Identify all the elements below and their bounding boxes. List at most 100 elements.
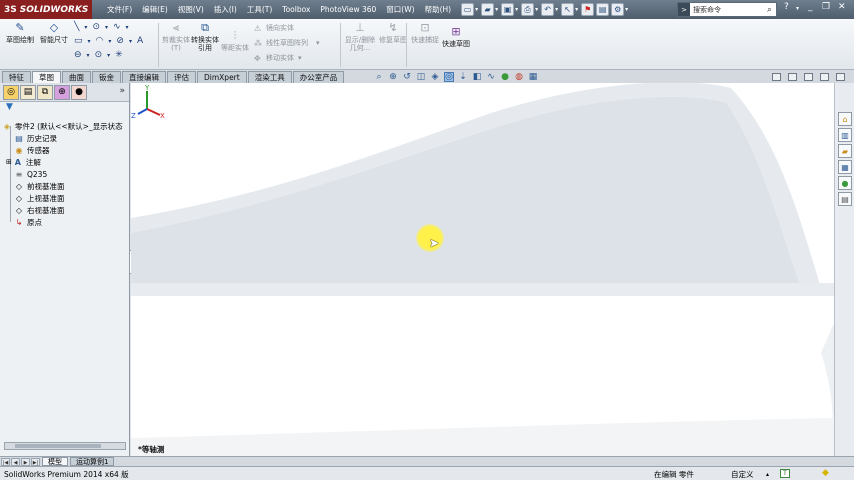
line-icon[interactable]: ╲ [74,22,79,32]
options-dropdown-icon[interactable]: ▾ [625,6,628,13]
display-delete-relations-button[interactable]: ⊥ 显示/删除几何... [344,21,376,52]
polygon-icon[interactable]: ⊙ [95,50,103,60]
open-folder-icon[interactable]: ▰ [481,3,495,16]
design-library-icon[interactable]: ▥ [838,128,852,142]
rebuild-icon[interactable]: ⚑ [581,3,595,16]
zoom-to-area-icon[interactable]: ⊕ [388,72,398,82]
menu-edit[interactable]: 编辑(E) [137,4,173,15]
help-dropdown-icon[interactable]: ▾ [796,5,799,12]
slot-icon[interactable]: ⊖ [74,50,82,60]
tab-sheet-metal[interactable]: 钣金 [92,71,121,83]
move-dropdown-icon[interactable]: ▾ [298,54,302,62]
line-dropdown-icon[interactable]: ▾ [84,24,87,31]
spline-dropdown-icon[interactable]: ▾ [126,24,129,31]
close-window-icon[interactable]: ✕ [838,2,846,12]
move-entities-command[interactable]: ✥ 移动实体 ▾ [254,53,302,63]
arc-icon[interactable]: ◠ [96,36,104,46]
next-tab-arrow-icon[interactable]: ▶ [21,457,30,466]
tree-item-right-plane[interactable]: ◇ 右视基准面 [14,204,65,216]
tree-item-front-plane[interactable]: ◇ 前视基准面 [14,180,65,192]
offset-entities-button[interactable]: ⫶ 等距实体 [219,29,251,52]
rectangle-icon[interactable]: ▭ [74,36,83,46]
custom-properties-icon[interactable]: ▤ [838,192,852,206]
prev-tab-arrow-icon[interactable]: ◀ [11,457,20,466]
viewport-restore-icon[interactable] [804,73,813,81]
unit-dropdown-icon[interactable]: ▴ [766,471,769,478]
display-style-icon[interactable]: ◎ [444,72,454,82]
render-icon[interactable]: ◍ [514,72,524,82]
smart-dimension-button[interactable]: ◇ 智能尺寸 [38,21,70,44]
ellipse-dropdown-icon[interactable]: ▾ [129,38,132,45]
tab-office-products[interactable]: 办公室产品 [292,71,345,83]
expand-panel-icon[interactable]: » [119,86,125,96]
quick-snaps-button[interactable]: ⊡ 快速捕捉 [409,21,441,44]
select-dropdown-icon[interactable]: ▾ [575,6,578,13]
tab-sketch[interactable]: 草图 [32,71,61,83]
previous-view-icon[interactable]: ↺ [402,72,412,82]
scrollbar-thumb[interactable] [15,444,101,448]
restore-window-icon[interactable]: ❐ [822,2,830,12]
tab-evaluate[interactable]: 评估 [167,71,196,83]
view-palette-icon[interactable]: ▦ [838,160,852,174]
hide-show-items-icon[interactable]: ⇣ [458,72,468,82]
viewport-close-icon[interactable] [836,73,845,81]
print-dropdown-icon[interactable]: ▾ [535,6,538,13]
zoom-to-fit-icon[interactable]: ⌕ [374,72,384,82]
arc-dropdown-icon[interactable]: ▾ [108,38,111,45]
tab-features[interactable]: 特征 [2,71,31,83]
menu-toolbox[interactable]: Toolbox [277,5,315,14]
property-manager-tab-icon[interactable]: ▤ [20,84,36,100]
solidworks-resources-icon[interactable]: ⌂ [838,112,852,126]
tab-dimxpert[interactable]: DimXpert [197,71,247,83]
repair-sketch-button[interactable]: ↯ 修复草图 [377,21,409,44]
trim-entities-button[interactable]: ⫷ 剪裁实体(T) [160,21,192,52]
filter-icon[interactable]: ▼ [0,102,129,113]
select-pointer-icon[interactable]: ↖ [561,3,575,16]
save-icon[interactable]: ▣ [501,3,515,16]
circle-icon[interactable]: ⊙ [92,22,100,32]
tab-render-tools[interactable]: 渲染工具 [247,71,292,83]
spline-icon[interactable]: ∿ [113,22,121,32]
file-properties-icon[interactable]: ▤ [596,3,610,16]
feature-tree-tab-icon[interactable]: ◎ [3,84,19,100]
slot-dropdown-icon[interactable]: ▾ [87,52,90,59]
ellipse-icon[interactable]: ⊘ [116,36,124,46]
unit-system-button[interactable]: 自定义 [731,469,754,480]
linear-pattern-command[interactable]: ⁂ 线性草图阵列 ▾ [254,38,320,48]
tab-direct-editing[interactable]: 直接编辑 [122,71,166,83]
menu-insert[interactable]: 插入(I) [209,4,242,15]
menu-file[interactable]: 文件(F) [102,4,137,15]
open-dropdown-icon[interactable]: ▾ [495,6,498,13]
expand-plus-icon[interactable]: ⊞ [6,158,12,166]
view-settings-icon[interactable]: ▦ [528,72,538,82]
options-gear-icon[interactable]: ⚙ [611,3,625,16]
sketch-button[interactable]: ✎ 草图绘制 [4,21,36,44]
menu-window[interactable]: 窗口(W) [381,4,419,15]
viewport-layout-icon[interactable] [772,73,781,81]
display-manager-tab-icon[interactable]: ● [71,84,87,100]
tree-item-origin[interactable]: ↳ 原点 [14,216,42,228]
new-document-icon[interactable]: ▭ [461,3,475,16]
first-tab-arrow-icon[interactable]: |◀ [1,457,10,466]
rectangle-dropdown-icon[interactable]: ▾ [88,38,91,45]
search-commands-box[interactable]: > 搜索命令 ⌕ [677,2,777,17]
tree-item-top-plane[interactable]: ◇ 上视基准面 [14,192,65,204]
tree-item-material[interactable]: ≡ Q235 [14,168,48,180]
tab-model[interactable]: 模型 [42,457,68,466]
mirror-entities-command[interactable]: ⚠ 镜向实体 [254,23,294,33]
apply-scene-icon[interactable]: ∿ [486,72,496,82]
file-explorer-icon[interactable]: ▰ [838,144,852,158]
pattern-dropdown-icon[interactable]: ▾ [316,39,320,47]
new-dropdown-icon[interactable]: ▾ [475,6,478,13]
polygon-dropdown-icon[interactable]: ▾ [107,52,110,59]
tooltip-toggle-icon[interactable]: T [780,469,790,478]
point-icon[interactable]: ✳ [115,50,123,60]
text-icon[interactable]: A [137,36,143,46]
view-orientation-icon[interactable]: ◈ [430,72,440,82]
last-tab-arrow-icon[interactable]: ▶| [31,457,40,466]
viewport-minimize-icon[interactable] [788,73,797,81]
menu-photoview[interactable]: PhotoView 360 [315,5,381,14]
dimxpert-tab-icon[interactable]: ⊕ [54,84,70,100]
section-view-icon[interactable]: ◫ [416,72,426,82]
tree-item-history[interactable]: ▤ 历史记录 [14,132,57,144]
